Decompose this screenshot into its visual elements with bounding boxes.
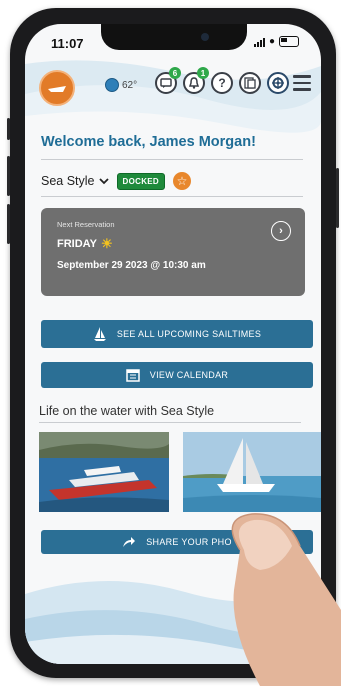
sailboat-icon bbox=[93, 327, 106, 341]
power-button bbox=[336, 168, 339, 228]
reservation-label: Next Reservation bbox=[57, 220, 115, 229]
notification-badge: 1 bbox=[197, 67, 209, 79]
status-badge: DOCKED bbox=[116, 172, 165, 190]
document-icon bbox=[244, 77, 256, 89]
temperature: 62° bbox=[122, 79, 138, 91]
chat-badge: 6 bbox=[169, 67, 181, 79]
documents-button[interactable] bbox=[239, 72, 261, 94]
finger-overlay bbox=[231, 513, 341, 686]
notch bbox=[101, 24, 247, 50]
status-time: 11:07 bbox=[51, 36, 84, 51]
next-reservation-card[interactable]: Next Reservation FRIDAY ☀ September 29 2… bbox=[41, 208, 305, 296]
weather-widget: 62° bbox=[105, 78, 137, 92]
menu-icon[interactable] bbox=[293, 75, 311, 95]
logo-boat-icon bbox=[48, 86, 66, 92]
app-header: 62° 6 1 ? bbox=[25, 60, 321, 116]
gallery-photo-sailboat[interactable] bbox=[183, 432, 321, 512]
chat-icon bbox=[160, 77, 172, 88]
weather-icon bbox=[105, 78, 119, 92]
see-upcoming-sailtimes-button[interactable]: SEE ALL UPCOMING SAILTIMES bbox=[41, 320, 313, 348]
catamaran-photo bbox=[39, 432, 169, 512]
calendar-icon bbox=[126, 369, 140, 382]
star-icon[interactable]: ☆ bbox=[172, 172, 191, 190]
sun-icon: ☀ bbox=[100, 236, 113, 251]
gallery-title: Life on the water with Sea Style bbox=[39, 404, 215, 418]
boat-selector-row: Sea Style DOCKED ☆ bbox=[41, 172, 191, 190]
gallery-divider bbox=[39, 422, 301, 423]
boat-selector[interactable]: Sea Style bbox=[41, 174, 109, 188]
view-calendar-button[interactable]: VIEW CALENDAR bbox=[41, 362, 313, 388]
signal-icon bbox=[253, 37, 265, 47]
welcome-heading: Welcome back, James Morgan! bbox=[41, 134, 256, 150]
sailboat-photo bbox=[183, 432, 321, 512]
status-icons: ● bbox=[253, 36, 299, 47]
reservation-day-text: FRIDAY bbox=[57, 238, 97, 250]
chevron-down-icon bbox=[98, 177, 109, 184]
boat-profile-button[interactable] bbox=[267, 72, 289, 94]
welcome-divider bbox=[41, 159, 303, 160]
wifi-icon: ● bbox=[268, 36, 275, 47]
gallery-photo-catamaran[interactable] bbox=[39, 432, 169, 512]
chevron-right-icon[interactable]: › bbox=[271, 221, 291, 241]
bell-icon bbox=[188, 77, 200, 89]
upcoming-button-label: SEE ALL UPCOMING SAILTIMES bbox=[116, 329, 262, 339]
calendar-button-label: VIEW CALENDAR bbox=[149, 370, 229, 380]
boat-wheel-icon bbox=[272, 77, 284, 89]
share-arrow-icon bbox=[123, 537, 136, 547]
volume-down-button bbox=[7, 204, 10, 244]
brand-logo[interactable] bbox=[39, 70, 75, 106]
chat-button[interactable]: 6 bbox=[155, 67, 181, 94]
volume-up-button bbox=[7, 156, 10, 196]
help-button[interactable]: ? bbox=[211, 72, 233, 94]
reservation-datetime: September 29 2023 @ 10:30 am bbox=[57, 260, 206, 271]
battery-icon bbox=[279, 36, 299, 47]
mute-switch bbox=[7, 118, 10, 140]
boat-name: Sea Style bbox=[41, 174, 95, 188]
reservation-day: FRIDAY ☀ bbox=[57, 236, 113, 252]
boat-divider bbox=[41, 196, 303, 197]
help-icon: ? bbox=[218, 76, 226, 90]
notifications-button[interactable]: 1 bbox=[183, 67, 209, 94]
